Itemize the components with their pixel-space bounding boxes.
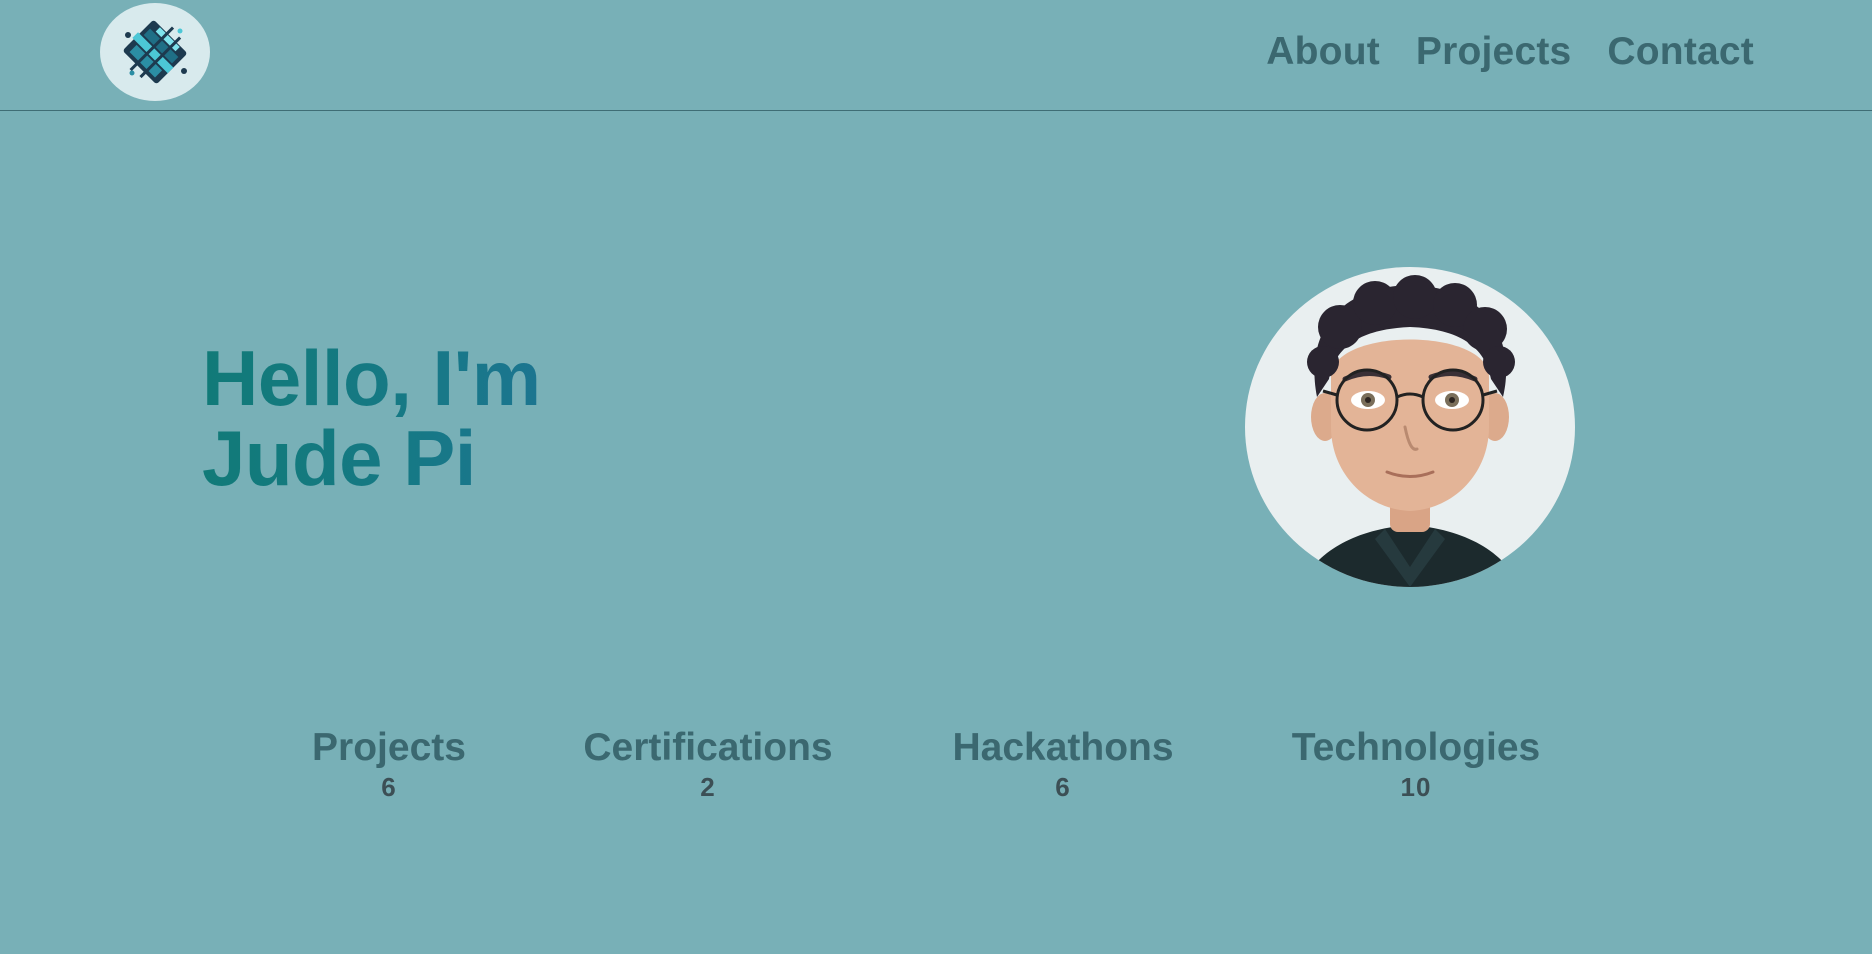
stat-projects: Projects 6 [312, 724, 466, 802]
avatar-portrait [1300, 275, 1520, 587]
site-header: About Projects Contact [0, 0, 1872, 111]
stat-label: Certifications [583, 726, 833, 769]
hero-greeting: Hello, I'm [202, 334, 541, 422]
nav-projects-link[interactable]: Projects [1416, 28, 1572, 76]
stat-label: Technologies [1291, 726, 1541, 769]
stat-value: 6 [1055, 772, 1071, 802]
hero-name: Jude Pi [202, 418, 541, 498]
stat-value: 10 [1400, 772, 1432, 802]
nav-contact-link[interactable]: Contact [1607, 28, 1754, 76]
avatar [1245, 267, 1575, 587]
stat-value: 6 [381, 772, 397, 802]
stat-value: 2 [700, 772, 716, 802]
stat-certifications: Certifications 2 [583, 724, 832, 802]
stat-technologies: Technologies 10 [1292, 724, 1540, 802]
hero-title: Hello, I'm Jude Pi [202, 338, 541, 498]
nav-about-link[interactable]: About [1266, 28, 1380, 76]
logo-icon[interactable] [100, 3, 210, 101]
stat-label: Hackathons [952, 726, 1174, 769]
stat-label: Projects [312, 726, 466, 769]
stat-hackathons: Hackathons 6 [952, 724, 1173, 802]
stats-section: Projects 6 Certifications 2 Hackathons 6… [0, 724, 1872, 824]
logo-graphic [123, 20, 187, 84]
main-nav: About Projects Contact [1266, 28, 1754, 76]
